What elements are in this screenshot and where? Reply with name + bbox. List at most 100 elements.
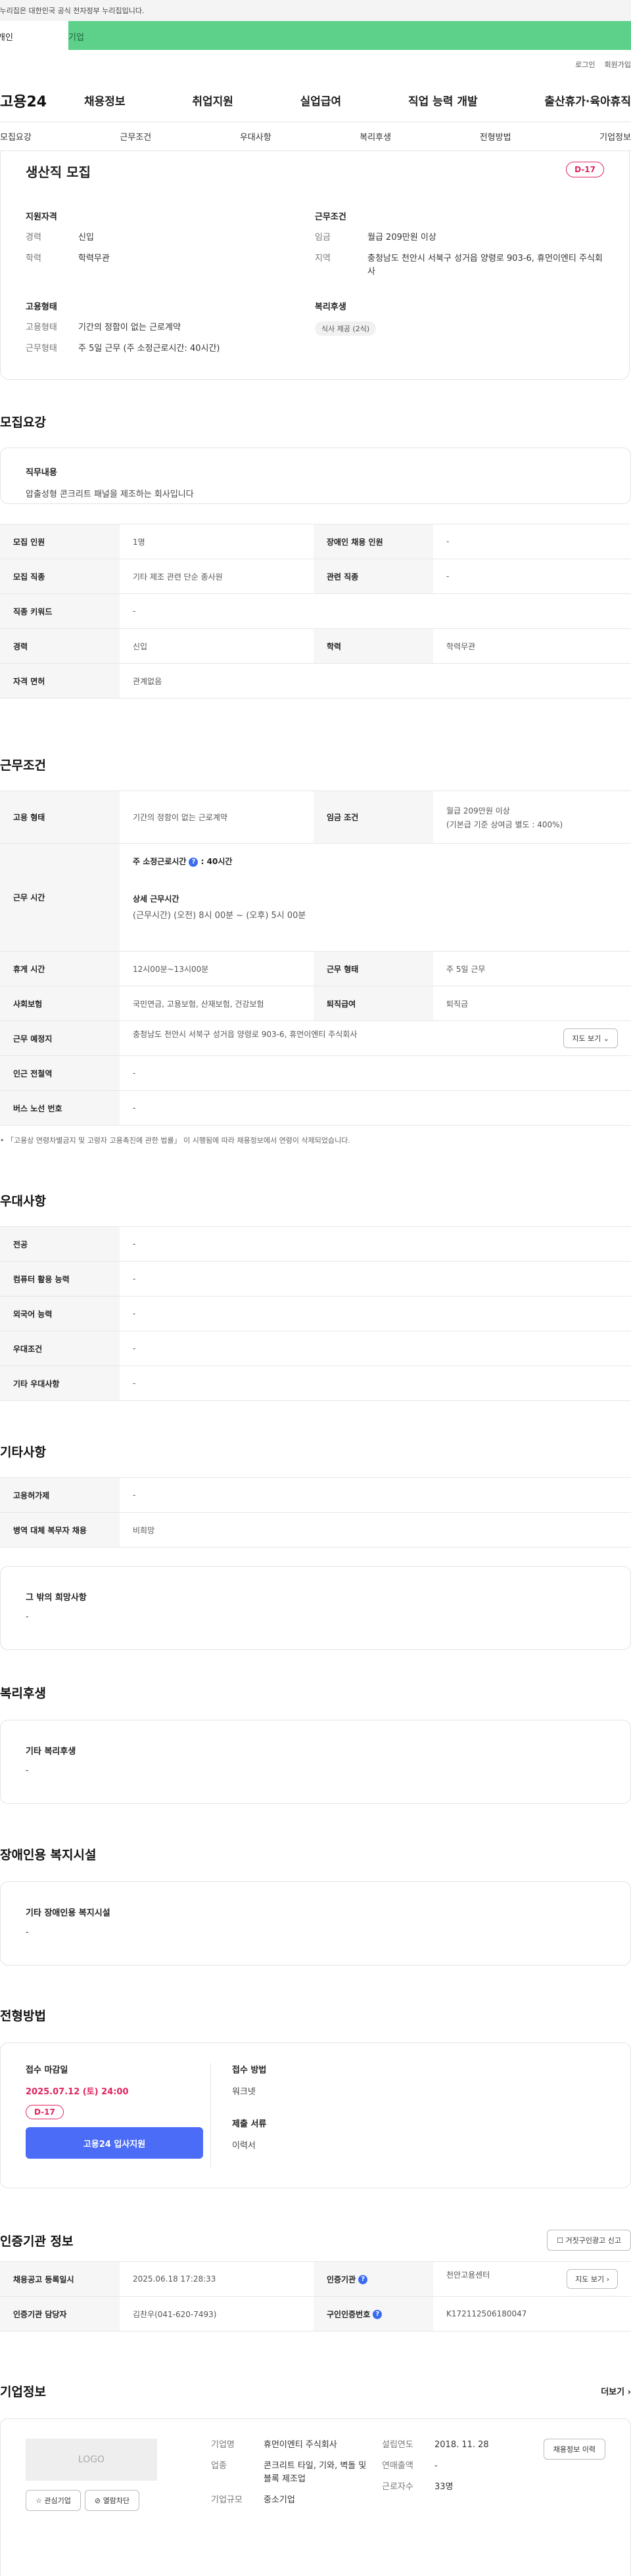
tab-selection[interactable]: 전형방법 [480,130,511,143]
break-value: 12시00분~13시00분 [120,951,314,986]
table-row: 컴퓨터 활용 능력 - [0,1261,631,1297]
deadline-heading: 접수 마감일 [26,2065,68,2075]
site-logo[interactable]: 고용24 [0,90,84,111]
insurance-value: 국민연금, 고용보험, 산재보험, 건강보험 [120,986,314,1021]
more-link[interactable]: 더보기 › [601,2385,631,2397]
language-label: 외국어 능력 [0,1296,120,1331]
cert-number-label: 구인인증번호 [327,2309,371,2319]
keyword-value: - [120,593,631,629]
report-button[interactable]: ☐ 거짓구인광고 신고 [547,2230,631,2251]
tab-recruit[interactable]: 모집요강 [0,130,32,143]
break-label: 휴게 시간 [0,951,120,986]
manager-label: 인증기관 담당자 [0,2296,120,2332]
sales-value: - [434,2461,438,2471]
join-link[interactable]: 회원가입 [605,59,631,70]
work-form-value: 주 5일 근무 (주 소정근로시간: 40시간) [78,344,220,354]
tab-personal-label: 개인 [0,33,13,43]
pref-condition-label: 우대조건 [0,1331,120,1366]
table-row: 고용허가제 - [0,1477,631,1513]
favorite-button[interactable]: ☆ 관심기업 [26,2490,81,2511]
table-row: 경력 신입 학력 학력무관 [0,628,631,664]
gnb-jobs[interactable]: 채용정보 [84,92,126,108]
industry-label: 업종 [211,2461,227,2471]
education-label: 학력 [26,254,41,264]
related-job-label: 관련 직종 [314,559,433,594]
recruit-table: 모집 인원 1명 장애인 채용 인원 - 모집 직종 기타 제조 관련 단순 종… [0,524,631,699]
company-title: 기업정보 [0,2385,46,2399]
history-button[interactable]: 채용정보 이력 [543,2439,605,2460]
apply-button[interactable]: 고용24 입사지원 [26,2127,203,2159]
workplace-label: 근무 예정지 [0,1021,120,1056]
language-value: - [120,1296,631,1331]
headcount-value: 1명 [120,524,314,559]
method-heading: 접수 방법 [232,2065,267,2075]
pref-condition-value: - [120,1331,631,1366]
tab-company[interactable]: 기업 [68,21,631,50]
recruit-title: 모집요강 [0,415,46,430]
company-logo-block: LOGO ☆ 관심기업 ⊘ 열람차단 [26,2439,211,2562]
selection-box: 접수 마감일 2025.07.12 (토) 24:00 D-17 고용24 입사… [0,2042,631,2188]
company-info-left: 기업명 휴먼이엔티 주식회사 업종 콘크리트 타일, 기와, 벽돌 및 블록 제조업… [211,2439,369,2562]
workplace-value: 충청남도 천안시 서북구 성거읍 양령로 903-6, 휴먼이엔티 주식회사 [133,1030,358,1039]
work-section: 근무조건 고용 형태 기간의 정함이 없는 근로계약 임금 조건 월급 209만… [0,756,631,1145]
duty-box: 직무내용 압출성형 콘크리트 패널을 제조하는 회사입니다 [0,448,631,504]
recruit-education-value: 학력무관 [433,628,631,664]
job-type-value: 기타 제조 관련 단순 종사원 [120,559,314,594]
map-button-label: 지도 보기 [572,1034,601,1043]
work-wage-label: 임금 조건 [314,791,433,844]
summary-card: 생산직 모집 D-17 지원자격 경력 신입 학력 학력무관 근무조건 임금 월급 2… [0,151,630,380]
info-icon[interactable]: ? [189,857,199,867]
tab-work[interactable]: 근무조건 [120,130,151,143]
gnb-parental-leave[interactable]: 출산휴가·육아휴직 [544,92,631,108]
employment-type-label: 고용형태 [26,323,57,333]
cert-map-button[interactable]: 지도 보기 › [567,2269,618,2289]
tab-company[interactable]: 기업정보 [599,130,631,143]
report-button-label: 거짓구인광고 신고 [565,2236,621,2245]
login-link[interactable]: 로그인 [575,59,595,70]
tab-personal[interactable]: 개인 [0,21,68,50]
disabled-facility-value: - [26,1927,29,1937]
manager-value: 김찬우(041-620-7493) [120,2296,314,2332]
table-row: 모집 인원 1명 장애인 채용 인원 - [0,524,631,559]
work-title: 근무조건 [0,758,46,773]
work-form-table-label: 근무 형태 [314,951,433,986]
block-button[interactable]: ⊘ 열람차단 [84,2490,140,2511]
location-value: 충청남도 천안시 서북구 성거읍 양령로 903-6, 휴먼이엔티 주식회사 [367,254,603,277]
wage-label: 임금 [315,233,331,242]
company-name-value: 휴먼이엔티 주식회사 [264,2440,337,2450]
condition-heading: 근무조건 [315,212,346,222]
employment-type-value: 기간의 정함이 없는 근로계약 [78,323,181,333]
recruit-career-label: 경력 [0,628,120,664]
map-button[interactable]: 지도 보기 ⌄ [563,1028,618,1048]
founded-label: 설립연도 [382,2440,413,2450]
table-row: 직종 키워드 - [0,593,631,629]
tab-welfare[interactable]: 복리후생 [360,130,391,143]
gnb-skills-development[interactable]: 직업 능력 개발 [408,92,478,108]
company-scale-value: 중소기업 [264,2495,295,2505]
sales-label: 연매출액 [382,2461,413,2471]
cert-section: 인증기관 정보 ☐ 거짓구인광고 신고 채용공고 등록일시 2025.06.18… [0,2230,631,2332]
info-icon[interactable]: ? [373,2310,383,2319]
tab-preference[interactable]: 우대사항 [240,130,271,143]
gnb-employment-support[interactable]: 취업지원 [192,92,233,108]
work-form-label: 근무형태 [26,344,57,354]
work-table: 고용 형태 기간의 정함이 없는 근로계약 임금 조건 월급 209만원 이상 (… [0,791,631,1126]
recruit-section: 모집요강 직무내용 압출성형 콘크리트 패널을 제조하는 회사입니다 모집 인원… [0,413,631,699]
age-note: • 「고용상 연령차별금지 및 고령자 고용촉진에 관한 법률」 이 시행됨에 … [0,1135,631,1145]
table-row: 인증기관 담당자 김찬우(041-620-7493) 구인인증번호? K1721… [0,2296,631,2332]
age-note-text: 「고용상 연령차별금지 및 고령자 고용촉진에 관한 법률」 이 시행됨에 따라… [7,1136,350,1145]
industry-value: 콘크리트 타일, 기와, 벽돌 및 블록 제조업 [264,2461,367,2484]
method-block: 접수 방법 워크넷 제출 서류 이력서 [211,2063,266,2168]
company-scale-label: 기업규모 [211,2495,243,2505]
info-icon[interactable]: ? [358,2275,368,2284]
gnb-unemployment-benefit[interactable]: 실업급여 [300,92,342,108]
pref-etc-value: - [120,1366,631,1401]
cert-org-value: 천안고용센터 [446,2270,490,2280]
other-title: 기타사항 [0,1445,46,1460]
table-row: 외국어 능력 - [0,1296,631,1331]
cert-title: 인증기관 정보 [0,2234,74,2249]
welfare-block: 복리후생 식사 제공 (2식) [315,300,604,363]
work-emp-value: 기간의 정함이 없는 근로계약 [120,791,314,844]
disabled-hire-value: - [433,524,631,559]
gov-banner-text: 이 누리집은 대한민국 공식 전자정부 누리집입니다. [0,7,145,15]
